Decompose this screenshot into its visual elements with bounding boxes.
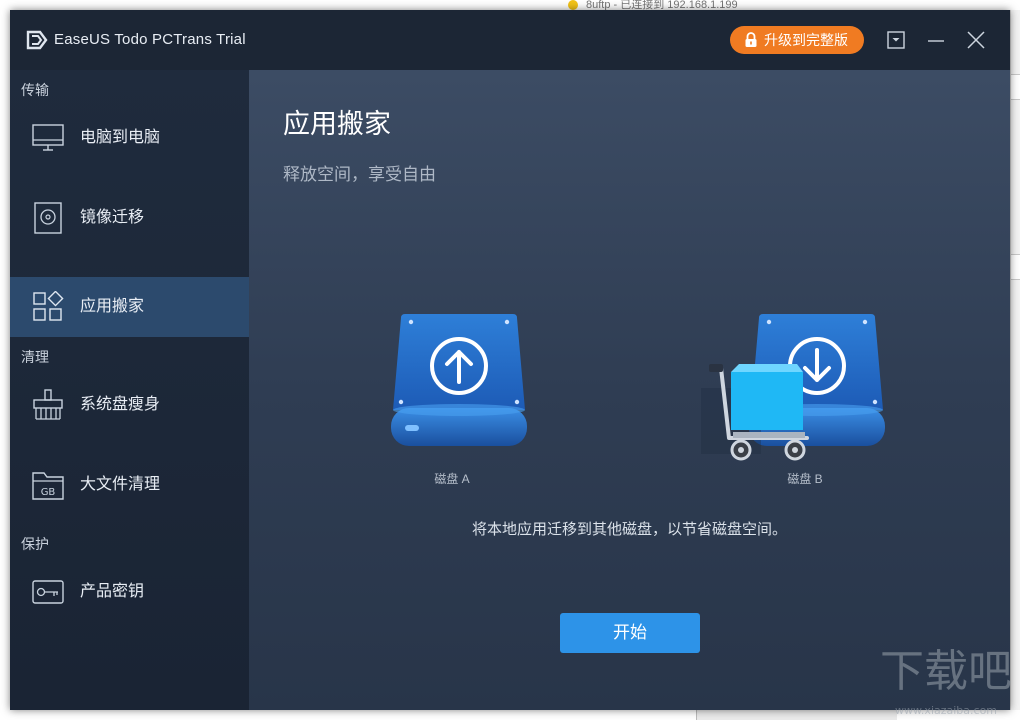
minimize-icon[interactable] [924, 28, 948, 52]
section-label-cleanup: 清理 [21, 348, 49, 366]
app-window: EaseUS Todo PCTrans Trial 升级到完整版 传输 [10, 10, 1010, 710]
close-icon[interactable] [964, 28, 988, 52]
sidebar-item-image-migration[interactable]: 镜像迁移 [10, 188, 249, 248]
sidebar-item-system-slim[interactable]: 系统盘瘦身 [10, 375, 249, 435]
title-bar: EaseUS Todo PCTrans Trial 升级到完整版 [10, 10, 1010, 70]
background-window-edge [1010, 10, 1020, 710]
gb-folder-icon: GB [32, 469, 64, 501]
disk-a-label: 磁盘 A [412, 472, 492, 486]
upgrade-button[interactable]: 升级到完整版 [730, 26, 864, 54]
app-title: EaseUS Todo PCTrans Trial [54, 30, 246, 50]
sidebar-item-label: 镜像迁移 [80, 208, 144, 228]
broom-cleanup-icon [32, 389, 64, 421]
sidebar: 传输 电脑到电脑 镜像迁移 [10, 70, 249, 710]
feature-description: 将本地应用迁移到其他磁盘，以节省磁盘空间。 [249, 520, 1010, 540]
start-button[interactable]: 开始 [560, 613, 700, 653]
disk-b-label: 磁盘 B [765, 472, 845, 486]
app-migration-illustration [329, 298, 929, 498]
page-title: 应用搬家 [283, 108, 391, 142]
disk-a-icon [391, 314, 527, 446]
sidebar-item-label: 电脑到电脑 [80, 128, 160, 148]
disc-image-icon [32, 202, 64, 234]
svg-text:下载吧: 下载吧 [880, 646, 1012, 697]
sidebar-item-pc-to-pc[interactable]: 电脑到电脑 [10, 108, 249, 168]
sidebar-item-product-key[interactable]: 产品密钥 [10, 562, 249, 622]
sidebar-item-label: 系统盘瘦身 [80, 395, 160, 415]
sidebar-item-app-migration[interactable]: 应用搬家 [10, 277, 249, 337]
easeus-logo-icon [26, 30, 50, 50]
lock-icon [744, 32, 758, 48]
sidebar-item-label: 大文件清理 [80, 475, 160, 495]
svg-text:GB: GB [41, 487, 56, 498]
main-content: 应用搬家 释放空间，享受自由 [249, 70, 1010, 710]
sidebar-item-large-file-cleanup[interactable]: GB 大文件清理 [10, 455, 249, 515]
sidebar-item-label: 应用搬家 [80, 297, 144, 317]
background-window-title: 8uftp - 已连接到 192.168.1.199 [560, 0, 1020, 10]
page-subtitle: 释放空间，享受自由 [283, 164, 436, 186]
svg-text:www.xiazaiba.com: www.xiazaiba.com [895, 704, 997, 717]
background-taskbar [0, 710, 1020, 720]
key-icon [32, 576, 64, 608]
dropdown-menu-icon[interactable] [884, 28, 908, 52]
upgrade-button-label: 升级到完整版 [764, 26, 848, 54]
monitor-icon [32, 122, 64, 154]
section-label-protect: 保护 [21, 535, 49, 553]
section-label-transfer: 传输 [21, 81, 49, 99]
ftp-app-icon [568, 0, 578, 10]
sidebar-item-label: 产品密钥 [80, 582, 144, 602]
apps-grid-icon [32, 291, 64, 323]
site-watermark-logo: 下载吧 www.xiazaiba.com [880, 636, 1012, 720]
